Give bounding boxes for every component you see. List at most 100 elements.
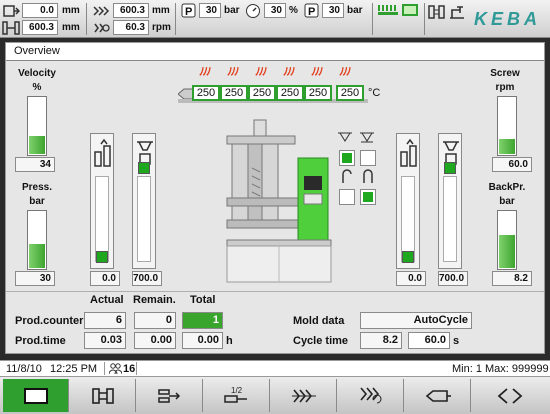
prod-counter-total[interactable]: 1: [182, 312, 223, 329]
heater-zone-5-icon: ﾉﾉﾉ: [311, 66, 324, 78]
softkey-plasticizing[interactable]: [338, 379, 404, 412]
safety-indicator-4: [360, 189, 376, 205]
screw-speed-value: 60.3: [113, 20, 149, 35]
overview-icon: [23, 387, 48, 404]
zone-5-temp[interactable]: 250: [304, 85, 332, 101]
heater-zone-4-icon: ﾉﾉﾉ: [283, 66, 296, 78]
zone-3-temp[interactable]: 250: [248, 85, 276, 101]
ejector-softkey-icon: [157, 388, 180, 403]
nozzle-softkey-icon: [425, 389, 451, 402]
total-header: Total: [190, 294, 216, 306]
robot-icon: [448, 4, 466, 20]
heater-zone-3-icon: ﾉﾉﾉ: [255, 66, 268, 78]
cycle-time-set[interactable]: 60.0: [408, 332, 450, 349]
safety-indicator-2: [360, 150, 376, 166]
users-count: 16: [123, 363, 136, 375]
softkey-injection[interactable]: [271, 379, 337, 412]
pressure-1-unit: bar: [224, 5, 240, 16]
zone-2-temp[interactable]: 250: [220, 85, 248, 101]
safety-indicator-1: [339, 150, 355, 166]
ejector-column: [90, 133, 114, 269]
pressure-2-unit: bar: [347, 5, 363, 16]
mold-value: 700.0: [132, 271, 162, 286]
press-unit: bar: [29, 196, 45, 207]
prod-time-total: 0.00: [182, 332, 223, 349]
machine-illustration: [224, 118, 336, 288]
position-1-unit: mm: [62, 5, 80, 16]
backpr-bar: [497, 210, 517, 270]
right-ejector-indicator: [402, 251, 414, 263]
arrows-left-right-icon: [497, 387, 523, 404]
screw-bar-fill: [499, 138, 515, 154]
pressure-p-icon: P: [180, 3, 198, 19]
prod-time-label: Prod.time: [15, 335, 66, 347]
lock-open-icon: [339, 169, 355, 188]
softkey-overview[interactable]: [3, 379, 69, 412]
speed-gauge-icon: [244, 3, 262, 19]
percent-value: 30: [264, 3, 286, 18]
position-1-value: 0.0: [22, 3, 58, 18]
svg-text:1/2: 1/2: [231, 386, 243, 395]
clamp-icon: [2, 20, 20, 36]
mold-data-label: Mold data: [293, 315, 345, 327]
zone-6-temp[interactable]: 250: [336, 85, 364, 101]
status-line: 11/8/10 12:25 PM 16 Min: 1 Max: 999999: [0, 360, 550, 377]
actual-header: Actual: [90, 294, 124, 306]
press-bar: [27, 210, 47, 270]
zone-1-temp[interactable]: 250: [192, 85, 220, 101]
softkey-ejector[interactable]: [137, 379, 203, 412]
prod-counter-remain[interactable]: 0: [134, 312, 176, 329]
heating-status-icon: [378, 5, 398, 15]
prod-time-unit: h: [226, 335, 233, 347]
softkey-more[interactable]: [472, 379, 548, 412]
cycle-time-actual: 8.2: [360, 332, 402, 349]
press-value: 30: [15, 271, 55, 286]
temp-unit: °C: [368, 87, 381, 99]
mold-clamp-icon: [428, 4, 446, 20]
ejector-indicator: [96, 251, 108, 263]
softkey-nozzle[interactable]: [405, 379, 471, 412]
softkey-core-pull[interactable]: 1/2: [204, 379, 270, 412]
svg-text:P: P: [185, 6, 192, 18]
cycle-time-label: Cycle time: [293, 335, 349, 347]
zone-4-temp[interactable]: 250: [276, 85, 304, 101]
backpr-unit: bar: [499, 196, 515, 207]
machine-mode-value: AutoCycle: [360, 312, 472, 329]
heater-zone-2-icon: ﾉﾉﾉ: [227, 66, 240, 78]
mold-indicator: [138, 162, 150, 174]
right-column-1-value: 0.0: [396, 271, 426, 286]
motor-status-icon: [402, 4, 418, 16]
panel-title: Overview: [6, 43, 544, 61]
cycle-time-unit: s: [453, 335, 460, 347]
velocity-bar: [27, 96, 47, 156]
gate-open-icon: [337, 131, 353, 146]
screw-speed-unit: rpm: [152, 22, 171, 33]
position-2-unit: mm: [62, 22, 80, 33]
right-mold-indicator: [444, 162, 456, 174]
right-column-2-value: 700.0: [438, 271, 468, 286]
heater-zone-6-icon: ﾉﾉﾉ: [339, 66, 352, 78]
prod-counter-label: Prod.counter: [15, 315, 84, 327]
stroke-value: 600.3: [113, 3, 149, 18]
velocity-unit: %: [32, 82, 42, 93]
ejector-icon: [94, 138, 111, 167]
min-max-info: Min: 1 Max: 999999: [452, 363, 549, 375]
softkey-clamp[interactable]: [70, 379, 136, 412]
injection-icon: [291, 388, 316, 403]
remain-header: Remain.: [133, 294, 176, 306]
top-status-bar: 0.0 mm 600.3 mm 600.3 mm 60.3 rpm P 30 b…: [0, 0, 550, 38]
lock-closed-icon: [360, 169, 376, 188]
gate-closed-icon: [359, 131, 375, 146]
screw-unit: rpm: [495, 82, 515, 93]
press-bar-fill: [29, 243, 45, 268]
pressure-2-value: 30: [322, 3, 344, 18]
right-ejector-icon: [400, 138, 417, 167]
screw-bar: [497, 96, 517, 156]
right-ejector-column: [396, 133, 420, 269]
softkey-bar: 1/2: [0, 377, 550, 414]
right-mold-column: [438, 133, 462, 269]
status-date: 11/8/10: [6, 363, 42, 375]
prod-time-remain: 0.00: [134, 332, 176, 349]
pressure-1-value: 30: [199, 3, 221, 18]
keba-logo: KEBA: [474, 9, 542, 29]
